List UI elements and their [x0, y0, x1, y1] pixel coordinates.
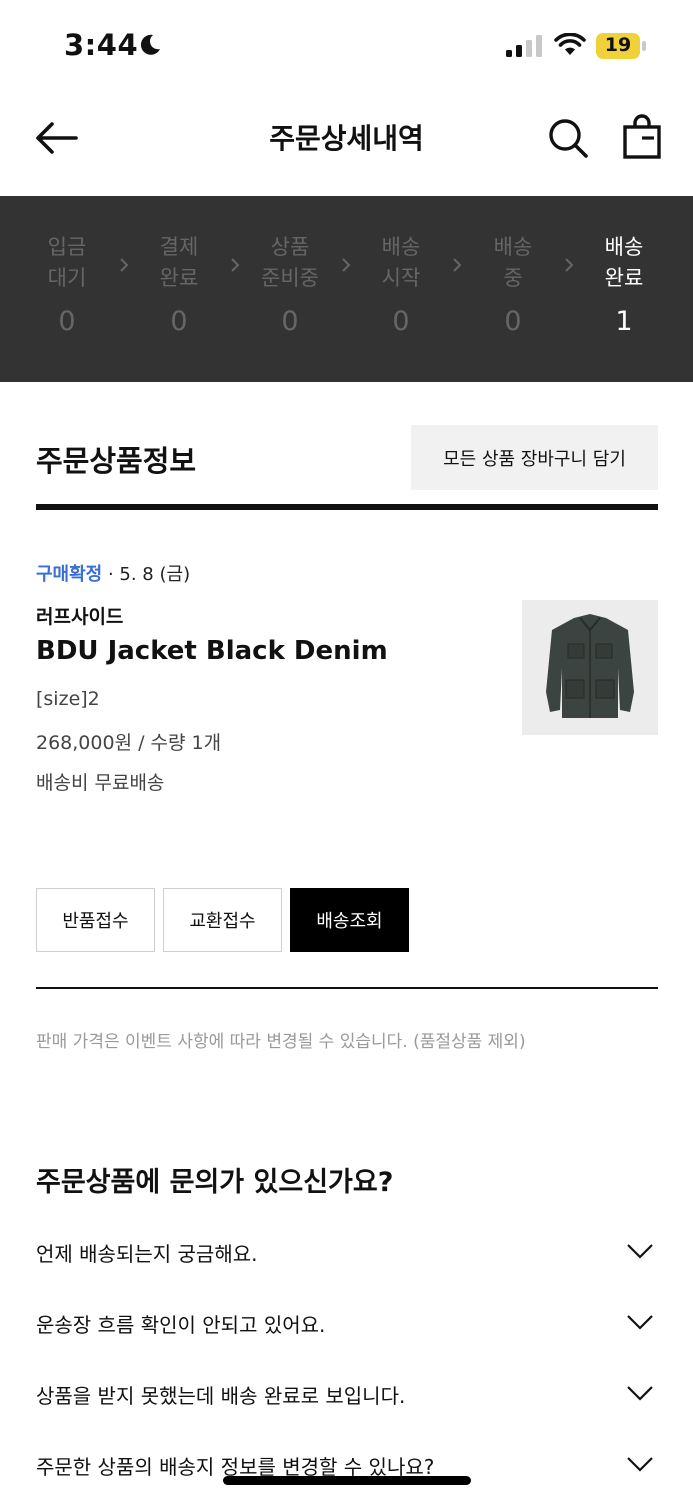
chevron-down-icon	[627, 1457, 653, 1472]
divider	[36, 987, 658, 989]
track-shipment-button[interactable]: 배송조회	[290, 888, 409, 952]
divider	[36, 504, 658, 510]
add-all-to-cart-button[interactable]: 모든 상품 장바구니 담기	[411, 425, 658, 490]
status-time: 3:44	[64, 28, 139, 62]
chevron-right-icon	[342, 258, 351, 272]
product-option: [size]2	[36, 688, 100, 710]
chevron-down-icon	[627, 1244, 653, 1259]
order-progress: 입금 대기 0 결제 완료 0 상품 준비중 0 배송 시작 0 배송 중 0 …	[0, 196, 693, 382]
step-label: 결제 완료	[159, 235, 199, 290]
product-name[interactable]: BDU Jacket Black Denim	[36, 636, 388, 666]
product-image[interactable]	[522, 600, 658, 735]
battery-level: 19	[604, 34, 632, 56]
step-label: 배송 중	[493, 235, 533, 290]
step-count: 0	[170, 306, 188, 337]
faq-question: 상품을 받지 못했는데 배송 완료로 보입니다.	[36, 1384, 406, 1408]
chevron-right-icon	[565, 258, 574, 272]
faq-item[interactable]: 운송장 흐름 확인이 안되고 있어요.	[36, 1299, 658, 1349]
shipping-fee: 배송비 무료배송	[36, 772, 165, 794]
progress-step-shipping-start: 배송 시작 0	[356, 196, 446, 382]
step-count: 0	[392, 306, 410, 337]
progress-step-payment-done: 결제 완료 0	[134, 196, 224, 382]
signal-icon	[506, 35, 542, 57]
chevron-down-icon	[627, 1386, 653, 1401]
step-label: 배송 시작	[381, 235, 421, 290]
price-quantity: 268,000원 / 수량 1개	[36, 732, 222, 754]
shopping-bag-icon[interactable]	[620, 114, 664, 160]
progress-step-preparing: 상품 준비중 0	[245, 196, 335, 382]
moon-icon	[140, 34, 160, 55]
chevron-down-icon	[627, 1315, 653, 1330]
faq-item[interactable]: 언제 배송되는지 궁금해요.	[36, 1228, 658, 1278]
progress-step-in-transit: 배송 중 0	[468, 196, 558, 382]
faq-question: 언제 배송되는지 궁금해요.	[36, 1242, 258, 1266]
price-notice: 판매 가격은 이벤트 사항에 따라 변경될 수 있습니다. (품절상품 제외)	[36, 1032, 526, 1052]
brand-name[interactable]: 러프사이드	[36, 602, 123, 629]
chevron-right-icon	[120, 258, 129, 272]
header: 주문상세내역	[0, 92, 693, 196]
battery-icon: 19	[596, 33, 646, 59]
step-label: 상품 준비중	[261, 235, 319, 290]
home-indicator[interactable]	[223, 1476, 471, 1485]
faq-title: 주문상품에 문의가 있으신가요?	[36, 1167, 394, 1198]
chevron-right-icon	[453, 258, 462, 272]
step-count: 0	[58, 306, 76, 337]
step-label: 배송 완료	[604, 235, 644, 290]
progress-step-payment-wait: 입금 대기 0	[22, 196, 112, 382]
step-label: 입금 대기	[47, 235, 87, 290]
progress-step-delivered: 배송 완료 1	[579, 196, 669, 382]
faq-item[interactable]: 상품을 받지 못했는데 배송 완료로 보입니다.	[36, 1370, 658, 1420]
status-bar: 3:44 19	[0, 0, 693, 92]
purchase-confirmed-badge: 구매확정	[36, 564, 103, 585]
section-title-order-info: 주문상품정보	[36, 444, 197, 478]
wifi-icon	[554, 33, 586, 55]
step-count: 1	[615, 306, 633, 337]
faq-question: 운송장 흐름 확인이 안되고 있어요.	[36, 1313, 326, 1337]
search-icon[interactable]	[546, 116, 590, 160]
step-count: 0	[281, 306, 299, 337]
step-count: 0	[504, 306, 522, 337]
exchange-request-button[interactable]: 교환접수	[163, 888, 282, 952]
chevron-right-icon	[231, 258, 240, 272]
order-date: · 5. 8 (금)	[102, 564, 191, 585]
order-status-line: 구매확정 · 5. 8 (금)	[36, 560, 190, 586]
return-request-button[interactable]: 반품접수	[36, 888, 155, 952]
